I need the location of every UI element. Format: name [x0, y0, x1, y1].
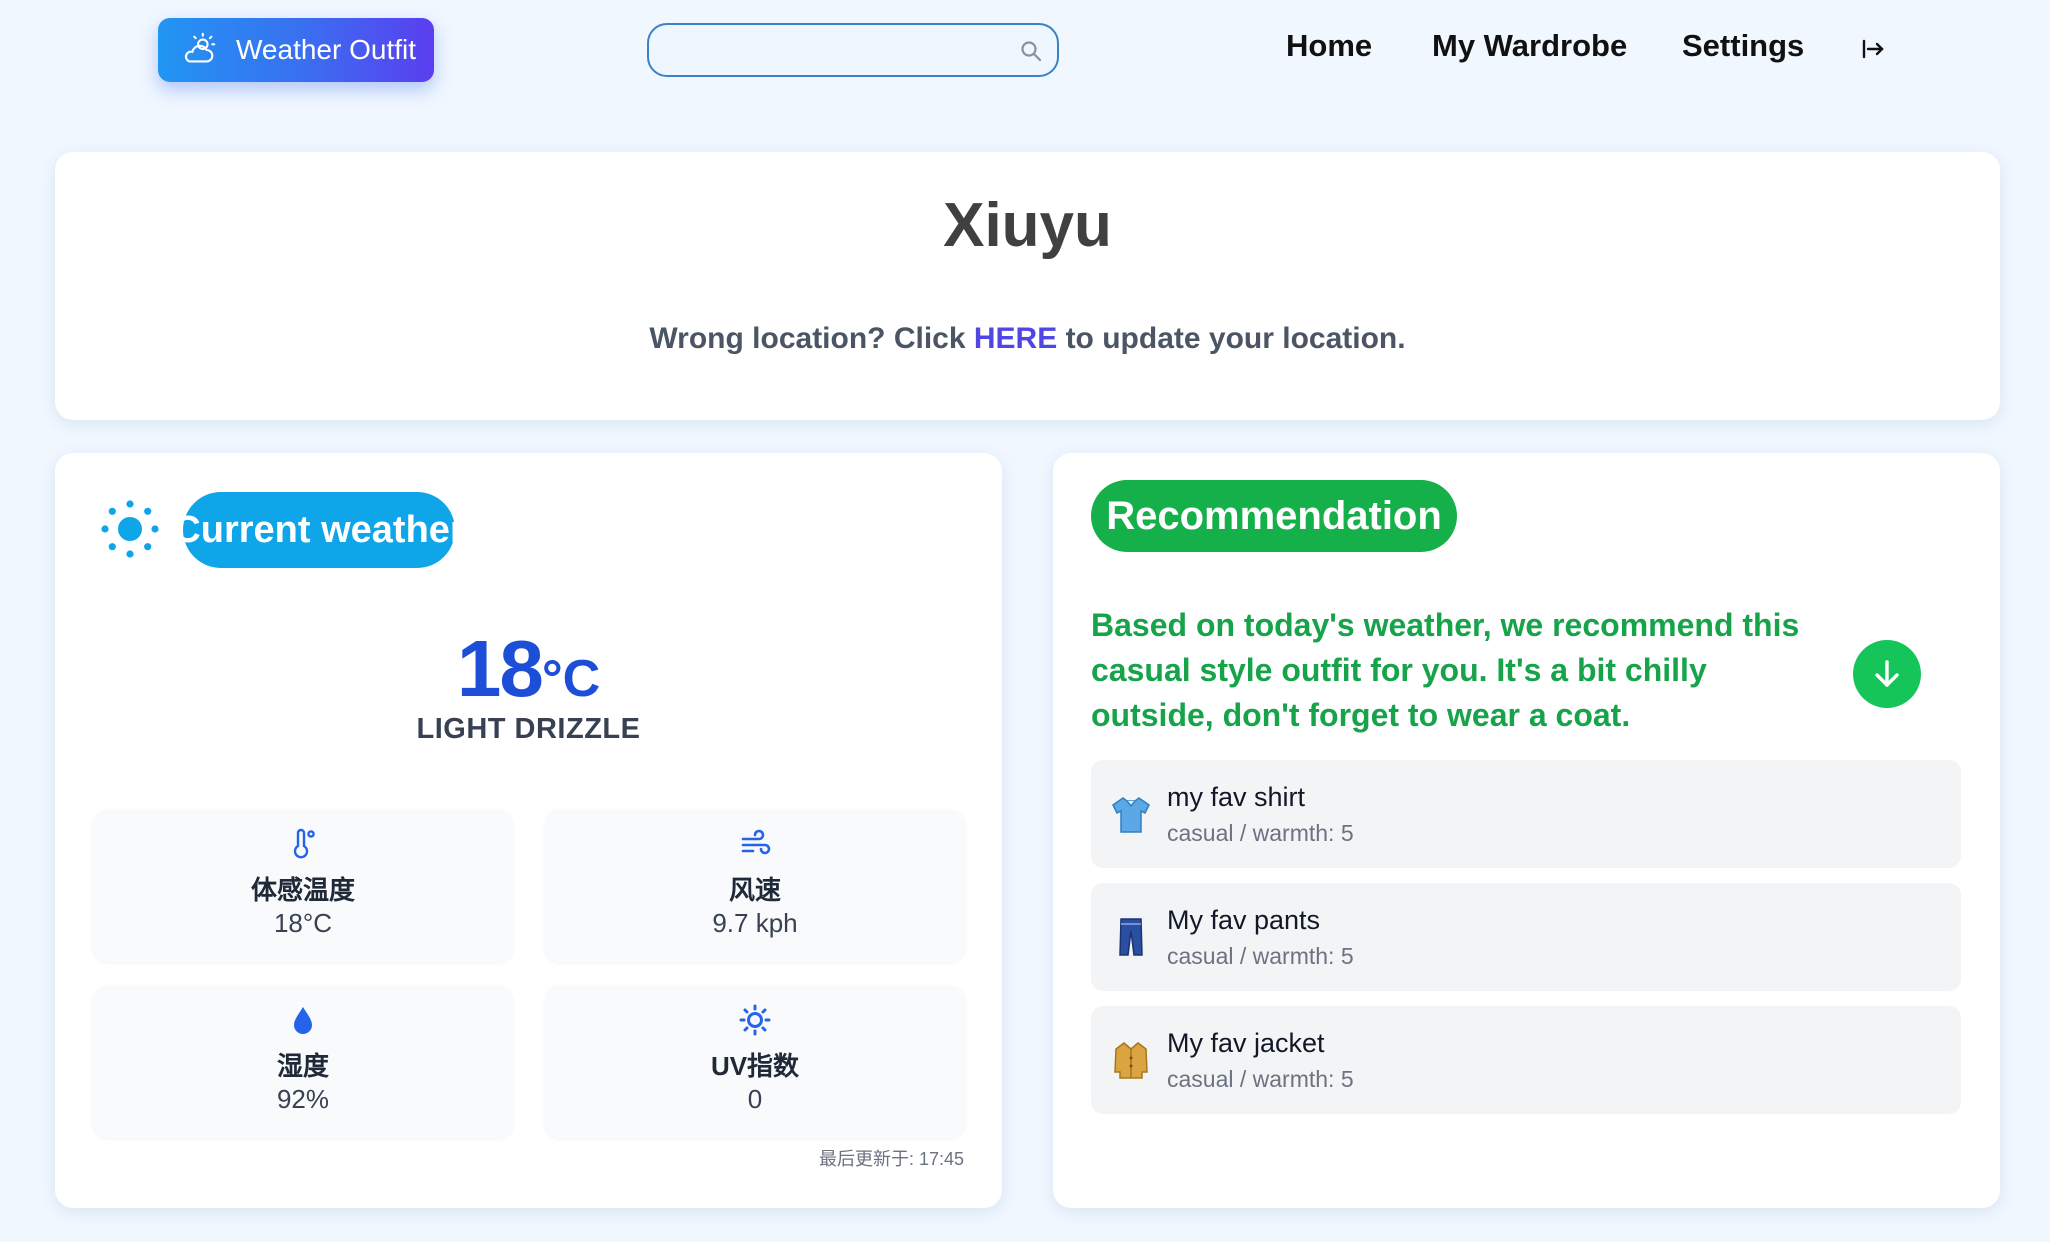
uv-icon	[739, 1004, 771, 1036]
update-location-link[interactable]: HERE	[974, 322, 1057, 355]
top-nav: Weather Outfit Home My Wardrobe Settings	[0, 0, 2050, 100]
stat-label: 湿度	[276, 1051, 329, 1081]
stat-value: 0	[747, 1084, 763, 1114]
shirt-icon	[1112, 797, 1150, 833]
stat-label: 风速	[728, 875, 781, 905]
outfit-item-name: My fav jacket	[1167, 1028, 1325, 1058]
recommendation-text: Based on today's weather, we recommend t…	[1091, 607, 1800, 733]
outfit-item-name: My fav pants	[1167, 905, 1321, 935]
pants-icon	[1119, 918, 1143, 956]
outfit-item-pants[interactable]: My fav pants casual / warmth: 5	[1091, 883, 1961, 991]
last-updated: 最后更新于: 17:45	[818, 1149, 964, 1169]
current-weather-card: Current weather 18°C LIGHT DRIZZLE 体感温度 …	[55, 453, 1002, 1208]
nav-links: Home My Wardrobe Settings	[0, 28, 2050, 72]
wind-icon	[741, 829, 771, 855]
location-msg-suffix: to update your location.	[1057, 322, 1406, 355]
location-name: Xiuyu	[943, 191, 1112, 260]
stat-wind: 风速 9.7 kph	[545, 810, 965, 962]
outfit-item-meta: casual / warmth: 5	[1167, 820, 1354, 846]
recommendation-title: Recommendation	[1091, 480, 1457, 552]
logout-icon[interactable]	[1860, 36, 1886, 62]
stat-value: 18°C	[273, 908, 333, 938]
outfit-item-jacket[interactable]: My fav jacket casual / warmth: 5	[1091, 1006, 1961, 1114]
stat-humidity: 湿度 92%	[93, 986, 513, 1138]
coat-icon	[1114, 1042, 1148, 1079]
arrow-down-icon	[1875, 660, 1899, 687]
temperature: 18°C	[55, 623, 1002, 715]
current-weather-title: Current weather	[173, 492, 465, 568]
stat-label: 体感温度	[250, 875, 355, 905]
outfit-item-meta: casual / warmth: 5	[1167, 943, 1354, 969]
thermometer-icon	[293, 828, 315, 859]
recommendation-card: Recommendation Based on today's weather,…	[1053, 453, 2000, 1208]
stat-feels-like: 体感温度 18°C	[93, 810, 513, 962]
stat-uv-index: UV指数 0	[545, 986, 965, 1138]
location-message: Wrong location? Click HERE to update you…	[55, 322, 2000, 356]
location-msg-prefix: Wrong location? Click	[649, 322, 974, 355]
temperature-unit: °C	[541, 650, 601, 708]
stat-value: 92%	[276, 1084, 330, 1114]
outfit-item-shirt[interactable]: my fav shirt casual / warmth: 5	[1091, 760, 1961, 868]
outfit-item-name: my fav shirt	[1167, 782, 1306, 812]
stat-value: 9.7 kph	[712, 908, 798, 938]
temperature-value: 18	[456, 624, 544, 713]
outfit-item-meta: casual / warmth: 5	[1167, 1066, 1354, 1092]
weather-condition: LIGHT DRIZZLE	[416, 713, 641, 745]
sun-icon	[101, 500, 159, 558]
scroll-down-button[interactable]	[1853, 640, 1921, 708]
nav-settings[interactable]: Settings	[1682, 28, 1804, 64]
nav-home[interactable]: Home	[1286, 28, 1372, 64]
nav-my-wardrobe[interactable]: My Wardrobe	[1432, 28, 1627, 64]
humidity-icon	[294, 1007, 312, 1034]
location-card: Xiuyu Wrong location? Click HERE to upda…	[55, 152, 2000, 420]
stat-label: UV指数	[710, 1051, 800, 1081]
